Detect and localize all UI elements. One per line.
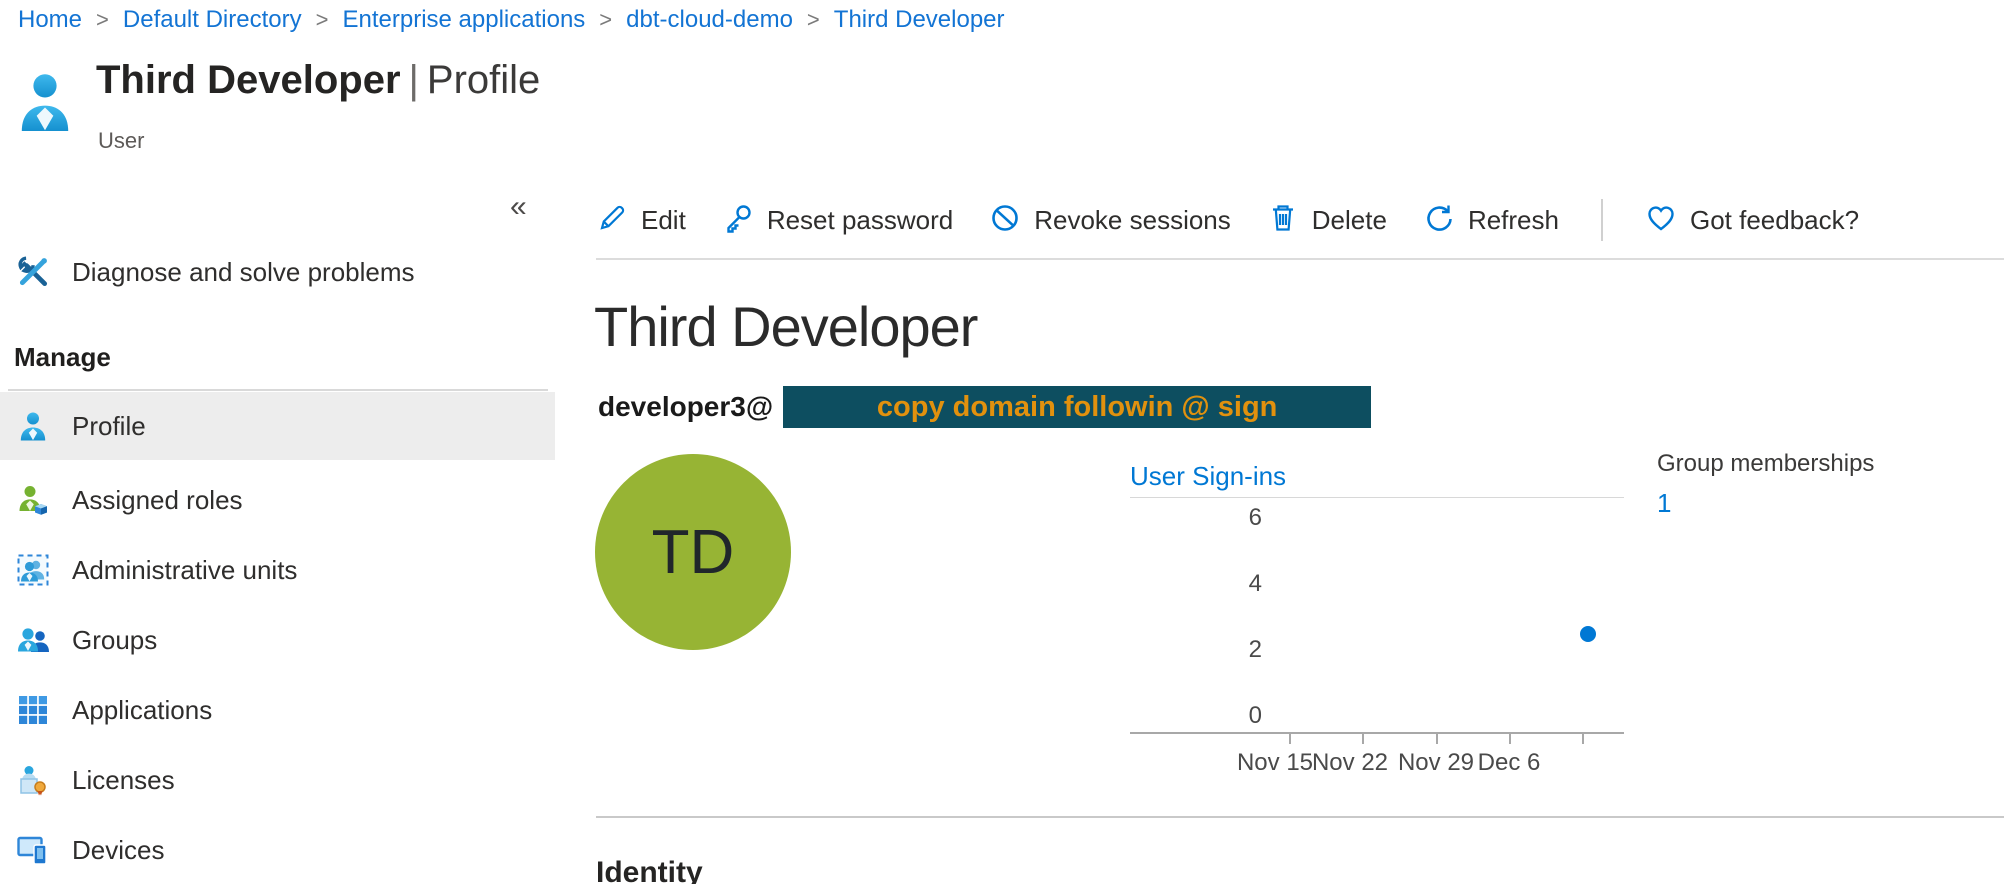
avatar: TD	[595, 454, 791, 650]
user-display-name: Third Developer	[594, 294, 977, 359]
y-axis-tick-label: 6	[1210, 504, 1262, 532]
user-icon	[16, 70, 74, 139]
sidebar-item-label: Administrative units	[72, 555, 297, 586]
x-axis-tick-label: Nov 15	[1237, 749, 1313, 777]
breadcrumb-separator: >	[807, 7, 820, 33]
breadcrumb-separator: >	[316, 7, 329, 33]
reset-password-button[interactable]: Reset password	[722, 202, 953, 239]
user-principal-name: developer3@ copy domain followin @ sign	[598, 386, 1371, 428]
got-feedback-button[interactable]: Got feedback?	[1645, 202, 1859, 239]
delete-label: Delete	[1312, 205, 1387, 236]
refresh-label: Refresh	[1468, 205, 1559, 236]
user-sign-ins-link[interactable]: User Sign-ins	[1130, 461, 1286, 492]
page-title: Third Developer|Profile	[96, 58, 540, 103]
sidebar-item-administrative-units[interactable]: Administrative units	[0, 536, 555, 604]
command-toolbar: Edit Reset password Revoke sessions	[596, 194, 1859, 246]
x-axis-tick	[1436, 732, 1438, 744]
groups-icon	[16, 623, 50, 657]
y-axis-tick-label: 2	[1210, 636, 1262, 664]
group-memberships-panel: Group memberships 1	[1657, 450, 1874, 519]
section-divider	[596, 816, 2004, 818]
sign-ins-data-point	[1580, 626, 1596, 642]
page-title-name: Third Developer	[96, 58, 401, 102]
sidebar-item-licenses[interactable]: Licenses	[0, 746, 555, 814]
avatar-initials: TD	[652, 517, 735, 588]
sidebar-item-label: Profile	[72, 411, 146, 442]
sidebar-item-diagnose[interactable]: Diagnose and solve problems	[0, 238, 555, 306]
sidebar-collapse-button[interactable]: «	[510, 192, 527, 222]
username-prefix: developer3@	[598, 391, 773, 423]
sidebar-item-profile[interactable]: Profile	[0, 392, 555, 460]
sidebar-item-devices[interactable]: Devices	[0, 816, 555, 884]
assigned-roles-icon	[16, 483, 50, 517]
identity-section-title: Identity	[596, 856, 703, 884]
y-axis-tick-label: 4	[1210, 570, 1262, 598]
applications-grid-icon	[16, 693, 50, 727]
breadcrumb-separator: >	[96, 7, 109, 33]
sidebar-divider	[8, 389, 548, 391]
sidebar-item-label: Applications	[72, 695, 212, 726]
devices-icon	[16, 833, 50, 867]
domain-redaction-overlay: copy domain followin @ sign	[783, 386, 1371, 428]
block-icon	[989, 202, 1021, 239]
chart-title-divider	[1130, 497, 1624, 498]
breadcrumb-dbt-cloud-demo[interactable]: dbt-cloud-demo	[626, 6, 793, 34]
revoke-sessions-button[interactable]: Revoke sessions	[989, 202, 1231, 239]
y-axis-tick-label: 0	[1210, 702, 1262, 730]
delete-button[interactable]: Delete	[1267, 202, 1387, 239]
breadcrumb-third-developer[interactable]: Third Developer	[834, 6, 1005, 34]
refresh-icon	[1423, 202, 1455, 239]
refresh-button[interactable]: Refresh	[1423, 202, 1559, 239]
page-title-blade: Profile	[427, 58, 540, 102]
sidebar-item-groups[interactable]: Groups	[0, 606, 555, 674]
toolbar-separator	[1601, 199, 1603, 241]
sidebar-item-applications[interactable]: Applications	[0, 676, 555, 744]
x-axis-tick	[1362, 732, 1364, 744]
administrative-units-icon	[16, 553, 50, 587]
object-type-label: User	[98, 128, 144, 154]
sidebar-item-label: Groups	[72, 625, 157, 656]
breadcrumb-home[interactable]: Home	[18, 6, 82, 34]
breadcrumb-default-directory[interactable]: Default Directory	[123, 6, 302, 34]
toolbar-divider	[596, 258, 2004, 260]
x-axis-tick	[1509, 732, 1511, 744]
pencil-icon	[596, 202, 628, 239]
x-axis-tick	[1582, 732, 1584, 744]
heart-icon	[1645, 202, 1677, 239]
sidebar-section-manage: Manage	[14, 342, 111, 373]
revoke-sessions-label: Revoke sessions	[1034, 205, 1231, 236]
breadcrumb-separator: >	[599, 7, 612, 33]
page-title-separator: |	[401, 58, 427, 102]
trash-icon	[1267, 202, 1299, 239]
breadcrumb: Home > Default Directory > Enterprise ap…	[18, 6, 1005, 34]
user-sign-ins-chart: User Sign-ins 6 4 2 0 Nov 15Nov 22 Nov 29Dec …	[1130, 461, 1624, 801]
azure-portal-user-profile-page: Home > Default Directory > Enterprise ap…	[0, 0, 2004, 884]
x-axis-tick-label: Nov 29	[1398, 749, 1474, 777]
reset-password-label: Reset password	[767, 205, 953, 236]
edit-button[interactable]: Edit	[596, 202, 686, 239]
sidebar-item-label: Devices	[72, 835, 164, 866]
x-axis-tick-label: Nov 22	[1312, 749, 1388, 777]
sidebar-item-label: Licenses	[72, 765, 175, 796]
profile-person-icon	[16, 409, 50, 443]
group-memberships-label: Group memberships	[1657, 450, 1874, 478]
key-icon	[722, 202, 754, 239]
breadcrumb-enterprise-applications[interactable]: Enterprise applications	[342, 6, 585, 34]
got-feedback-label: Got feedback?	[1690, 205, 1859, 236]
troubleshoot-icon	[16, 255, 50, 289]
edit-label: Edit	[641, 205, 686, 236]
sidebar-item-assigned-roles[interactable]: Assigned roles	[0, 466, 555, 534]
licenses-icon	[16, 763, 50, 797]
x-axis-tick-label: Dec 6	[1478, 749, 1541, 777]
group-memberships-count-link[interactable]: 1	[1657, 488, 1874, 519]
sidebar-item-label: Diagnose and solve problems	[72, 257, 415, 288]
x-axis-line	[1130, 732, 1624, 734]
x-axis-tick	[1289, 732, 1291, 744]
sidebar-item-label: Assigned roles	[72, 485, 243, 516]
